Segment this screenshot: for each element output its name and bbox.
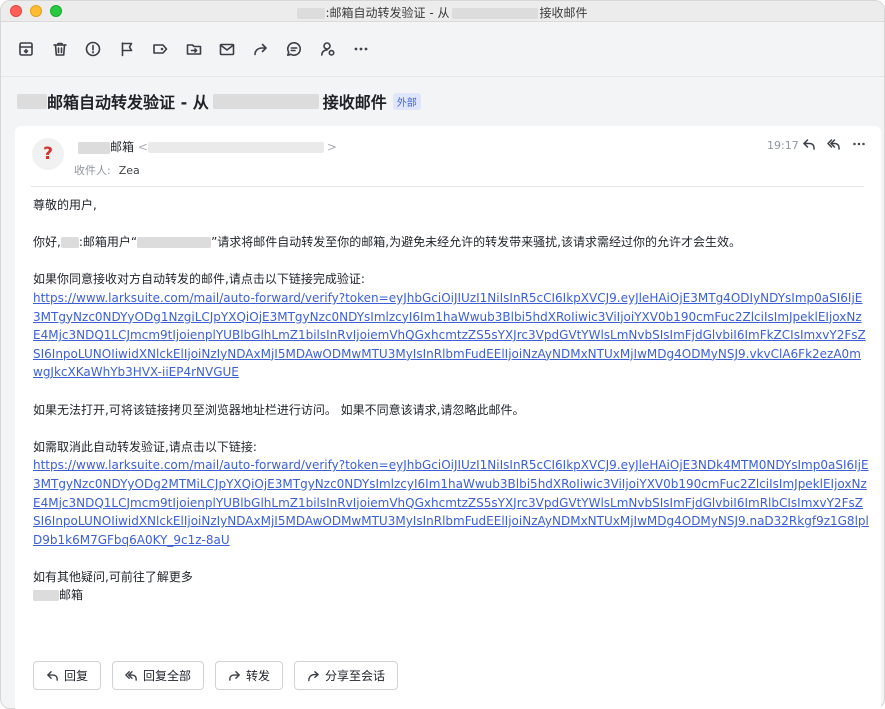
para1-start: 你好, (33, 235, 61, 250)
quick-reply-all-button[interactable] (826, 136, 842, 152)
redacted-text (147, 142, 324, 153)
message-actions (801, 136, 867, 152)
mark-unread-button[interactable] (216, 38, 238, 60)
trash-icon (52, 42, 67, 56)
message-more-button[interactable] (851, 136, 867, 152)
reply-all-button[interactable]: 回复全部 (112, 661, 205, 690)
redacted-text (451, 8, 538, 19)
flag-button[interactable] (116, 38, 138, 60)
message-card: ? 邮箱 < > 收件人: Zea 19:17 尊敬的用户, 你好, :邮箱用户“ ”请… (15, 126, 881, 709)
label-icon (153, 44, 168, 54)
sender-name: 邮箱 (110, 140, 135, 154)
window-title: :邮箱自动转发验证 - 从 接收邮件 (1, 4, 884, 21)
flag-icon (121, 42, 132, 57)
subject-title-end: 接收邮件 (322, 93, 387, 112)
sender-avatar[interactable]: ? (32, 138, 64, 170)
reply-all-icon (827, 139, 840, 150)
subject-title: 邮箱自动转发验证 - 从 (47, 93, 209, 112)
quick-reply-button[interactable] (801, 136, 817, 152)
contact-button[interactable] (317, 38, 339, 60)
forward-label: 转发 (246, 669, 271, 683)
more-icon (354, 47, 368, 51)
archive-icon (19, 42, 33, 56)
greeting: 尊敬的用户, (33, 198, 97, 212)
share-icon (308, 671, 319, 682)
contact-icon (320, 42, 335, 56)
header-divider (31, 186, 864, 187)
cancel-link[interactable]: https://www.larksuite.com/mail/auto-forw… (33, 458, 869, 546)
paragraph-request: 你好, :邮箱用户“ ”请求将邮件自动转发至你的邮箱,为避免未经允许的转发带来骚扰,… (33, 233, 869, 252)
mail-toolbar (1, 22, 884, 76)
comment-icon (287, 41, 302, 56)
forward-button[interactable]: 转发 (215, 661, 284, 690)
external-badge: 外部 (392, 92, 421, 110)
recipient-label: 收件人: (74, 164, 111, 177)
spam-button[interactable] (82, 38, 104, 60)
forward-icon (229, 671, 240, 681)
para1-end: ”请求将邮件自动转发至你的邮箱,为避免未经允许的转发带来骚扰,该请求需经过你的允… (211, 235, 741, 250)
label-button[interactable] (149, 38, 171, 60)
archive-button[interactable] (15, 38, 37, 60)
share-to-chat-button[interactable]: 分享至会话 (294, 661, 399, 690)
share-button[interactable] (250, 38, 272, 60)
paragraph-cancel: 如需取消此自动转发验证,请点击以下链接: (33, 439, 257, 454)
para1-middle: :邮箱用户“ (78, 235, 138, 250)
redacted-text (137, 237, 212, 249)
sender-address-close: > (326, 140, 337, 154)
comment-button[interactable] (283, 38, 305, 60)
title-bar: :邮箱自动转发验证 - 从 接收邮件 (1, 1, 884, 22)
reply-label: 回复 (64, 669, 89, 683)
reply-icon (47, 671, 58, 681)
forward-share-icon (253, 43, 267, 56)
verify-link[interactable]: https://www.larksuite.com/mail/auto-forw… (33, 291, 866, 379)
reply-bar: 回复 回复全部 转发 分享至会话 (33, 661, 399, 690)
redacted-text (78, 141, 110, 154)
recipient-line: 收件人: Zea (74, 162, 140, 178)
more-icon (853, 142, 865, 146)
more-button[interactable] (350, 38, 372, 60)
redacted-text (60, 237, 79, 249)
move-button[interactable] (183, 38, 205, 60)
redacted-text (297, 8, 326, 19)
reply-all-label: 回复全部 (143, 669, 192, 683)
share-label: 分享至会话 (325, 669, 386, 683)
redacted-text (212, 93, 319, 109)
reply-icon (803, 139, 815, 150)
window-title-middle: :邮箱自动转发验证 - 从 (325, 6, 450, 20)
spam-icon (85, 41, 101, 57)
sender-address-open: < (137, 140, 148, 154)
move-folder-icon (186, 44, 201, 55)
paragraph-confirm: 如果你同意接收对方自动转发的邮件,请点击以下链接完成验证: (33, 272, 365, 287)
message-body: 尊敬的用户, 你好, :邮箱用户“ ”请求将邮件自动转发至你的邮箱,为避免未经允许的… (33, 196, 869, 605)
redacted-text (33, 590, 59, 602)
reply-all-icon (125, 671, 137, 681)
signoff: 邮箱 (33, 586, 869, 605)
signoff-text: 邮箱 (59, 588, 84, 603)
reply-button[interactable]: 回复 (33, 661, 102, 690)
window-title-end: 接收邮件 (539, 6, 588, 20)
redacted-text (17, 93, 47, 109)
message-time: 19:17 (767, 139, 799, 152)
paragraph-more-info: 如有其他疑问,可前往了解更多 (33, 569, 193, 584)
delete-button[interactable] (49, 38, 71, 60)
recipient-name[interactable]: Zea (119, 164, 140, 177)
mark-unread-icon (219, 43, 235, 56)
sender-line[interactable]: 邮箱 < > (78, 138, 337, 155)
paragraph-copy-hint: 如果无法打开,可将该链接拷贝至浏览器地址栏进行访问。 如果不同意该请求,请忽略此… (33, 402, 525, 417)
subject-row: 邮箱自动转发验证 - 从 接收邮件 外部 (1, 76, 884, 125)
